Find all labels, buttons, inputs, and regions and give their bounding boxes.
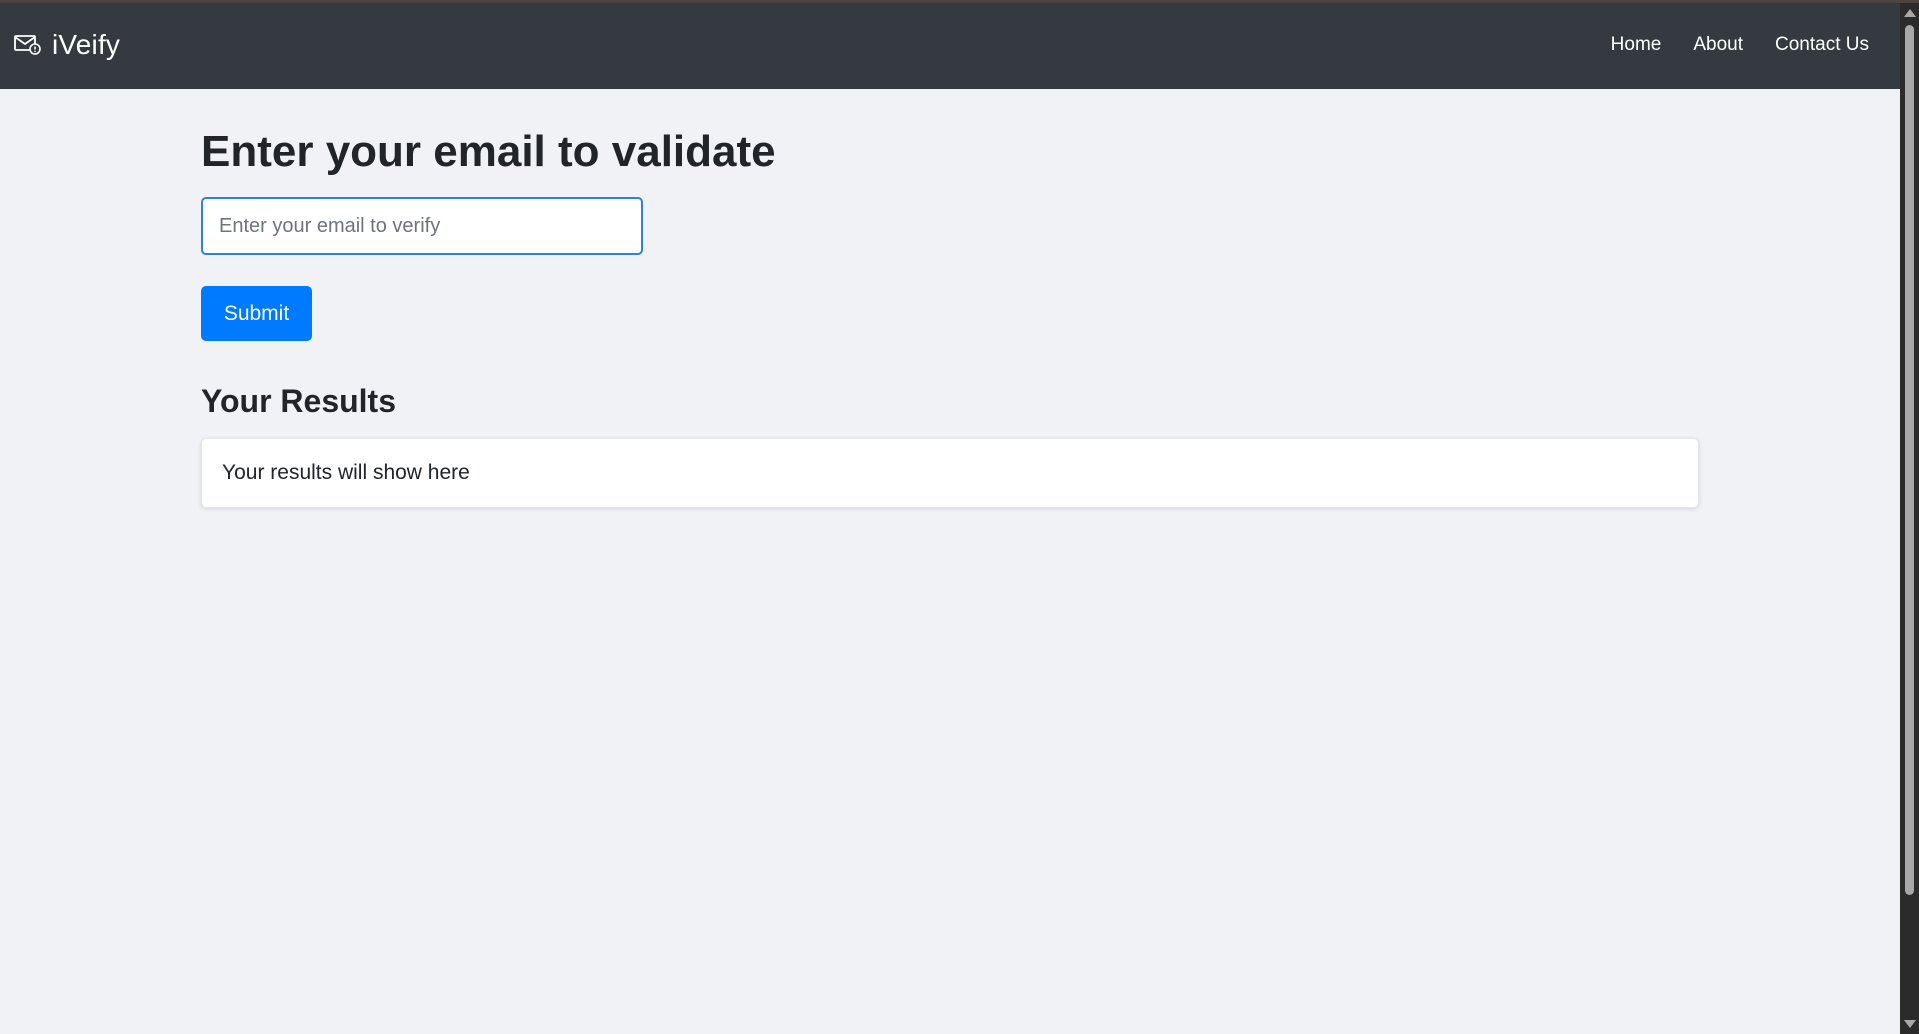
nav-link-about[interactable]: About [1693, 34, 1743, 56]
submit-button[interactable]: Submit [201, 286, 312, 341]
navbar: iVeify Home About Contact Us [0, 3, 1900, 89]
envelope-icon [14, 35, 41, 55]
nav-links: Home About Contact Us [1579, 34, 1869, 56]
scrollbar-thumb[interactable] [1905, 25, 1914, 895]
email-input[interactable] [201, 197, 643, 255]
results-heading: Your Results [201, 383, 396, 419]
nav-link-contact-us[interactable]: Contact Us [1775, 34, 1869, 56]
brand-name: iVeify [52, 29, 121, 60]
nav-link-home[interactable]: Home [1611, 34, 1662, 56]
brand[interactable]: iVeify [14, 29, 120, 61]
results-card: Your results will show here [201, 438, 1699, 508]
scroll-up-arrow-icon[interactable] [1904, 9, 1916, 17]
page-title: Enter your email to validate [201, 127, 776, 176]
results-placeholder-text: Your results will show here [222, 461, 470, 484]
vertical-scrollbar[interactable] [1900, 3, 1919, 1034]
scroll-down-arrow-icon[interactable] [1904, 1020, 1916, 1028]
